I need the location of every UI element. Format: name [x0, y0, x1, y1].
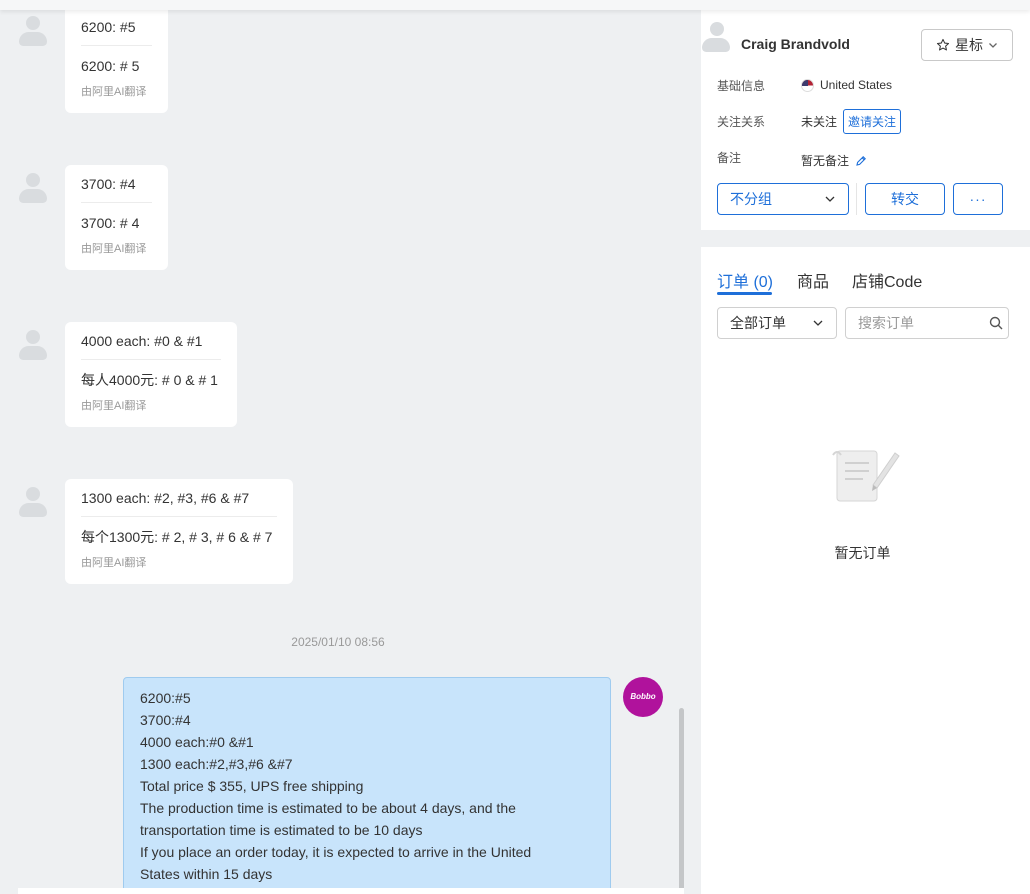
outgoing-line: States within 15 days	[140, 866, 273, 882]
follow-status: 未关注	[801, 115, 838, 129]
empty-orders-illustration	[832, 450, 900, 502]
customer-avatar	[18, 330, 48, 360]
button-divider	[856, 183, 857, 215]
chevron-down-icon	[813, 320, 823, 326]
customer-avatar	[18, 173, 48, 203]
order-filter-value: 全部订单	[730, 315, 786, 331]
star-icon	[936, 38, 950, 51]
message-translation: 3700: # 4	[81, 215, 140, 231]
translation-note: 由阿里AI翻译	[81, 86, 147, 98]
tab-store-code[interactable]: 店铺Code	[852, 268, 922, 292]
chat-area: 6200: #5 6200: # 5 由阿里AI翻译 3700: #4 3700…	[0, 0, 690, 894]
country-name: United States	[820, 78, 893, 92]
active-tab-indicator	[717, 292, 772, 295]
message-timestamp: 2025/01/10 08:56	[291, 635, 385, 649]
message-translation: 每个1300元: # 2, # 3, # 6 & # 7	[81, 529, 273, 545]
remark-text: 暂无备注	[801, 154, 850, 168]
top-bar	[0, 0, 1030, 10]
customer-profile-avatar	[701, 22, 731, 52]
outgoing-line: 4000 each:#0 &#1	[140, 734, 254, 750]
remark-value: 暂无备注	[801, 152, 867, 169]
outgoing-line: If you place an order today, it is expec…	[140, 844, 532, 860]
tab-products[interactable]: 商品	[797, 268, 829, 292]
star-label: 星标	[955, 37, 983, 53]
remark-label: 备注	[717, 151, 742, 165]
chat-scrollbar[interactable]	[679, 708, 684, 894]
message-original: 6200: #5	[81, 5, 152, 46]
message-bubble: 1300 each: #2, #3, #6 & #7 每个1300元: # 2,…	[65, 479, 293, 584]
outgoing-line: transportation time is estimated to be 1…	[140, 822, 423, 838]
follow-label: 关注关系	[717, 115, 766, 129]
outgoing-line: 6200:#5	[140, 690, 191, 706]
outgoing-message-bubble: 6200:#5 3700:#4 4000 each:#0 &#1 1300 ea…	[123, 677, 611, 894]
empty-orders-text: 暂无订单	[834, 545, 891, 561]
orders-panel: 订单 (0) 商品 店铺Code 全部订单 暂无订单	[701, 247, 1030, 894]
message-input-edge[interactable]	[18, 888, 684, 894]
chevron-down-icon	[825, 196, 835, 202]
edit-icon[interactable]	[855, 155, 867, 167]
outgoing-line: 3700:#4	[140, 712, 191, 728]
order-filter-select[interactable]: 全部订单	[717, 307, 837, 339]
group-select[interactable]: 不分组	[717, 183, 849, 215]
customer-avatar	[18, 487, 48, 517]
search-icon[interactable]	[988, 315, 1004, 331]
star-button[interactable]: 星标	[921, 29, 1013, 61]
translation-note: 由阿里AI翻译	[81, 557, 147, 569]
seller-avatar[interactable]: Bobbo	[623, 677, 663, 717]
translation-note: 由阿里AI翻译	[81, 243, 147, 255]
us-flag-icon	[801, 78, 814, 92]
translation-note: 由阿里AI翻译	[81, 400, 147, 412]
message-bubble: 6200: #5 6200: # 5 由阿里AI翻译	[65, 5, 168, 113]
customer-name: Craig Brandvold	[741, 36, 850, 52]
customer-info-panel: Craig Brandvold 星标 基础信息 United States 关注…	[701, 10, 1030, 230]
chevron-down-icon	[989, 43, 997, 48]
basic-info-label: 基础信息	[717, 79, 766, 93]
message-translation: 每人4000元: # 0 & # 1	[81, 372, 218, 388]
message-original: 4000 each: #0 & #1	[81, 322, 221, 360]
tab-orders[interactable]: 订单 (0)	[717, 268, 773, 292]
transfer-button[interactable]: 转交	[865, 183, 945, 215]
message-bubble: 4000 each: #0 & #1 每人4000元: # 0 & # 1 由阿…	[65, 322, 237, 427]
country-value: United States	[801, 78, 892, 92]
outgoing-line: 1300 each:#2,#3,#6 &#7	[140, 756, 293, 772]
message-original: 1300 each: #2, #3, #6 & #7	[81, 479, 277, 517]
outgoing-line: Total price $ 355, UPS free shipping	[140, 778, 364, 794]
invite-follow-button[interactable]: 邀请关注	[843, 109, 902, 134]
follow-value: 未关注 邀请关注	[801, 109, 902, 134]
message-bubble: 3700: #4 3700: # 4 由阿里AI翻译	[65, 165, 168, 270]
more-options-button[interactable]: ···	[953, 183, 1003, 215]
customer-avatar	[18, 16, 48, 46]
group-select-value: 不分组	[730, 191, 772, 207]
outgoing-line: The production time is estimated to be a…	[140, 800, 516, 816]
message-translation: 6200: # 5	[81, 58, 140, 74]
message-original: 3700: #4	[81, 165, 152, 203]
order-search-input[interactable]	[845, 307, 1009, 339]
